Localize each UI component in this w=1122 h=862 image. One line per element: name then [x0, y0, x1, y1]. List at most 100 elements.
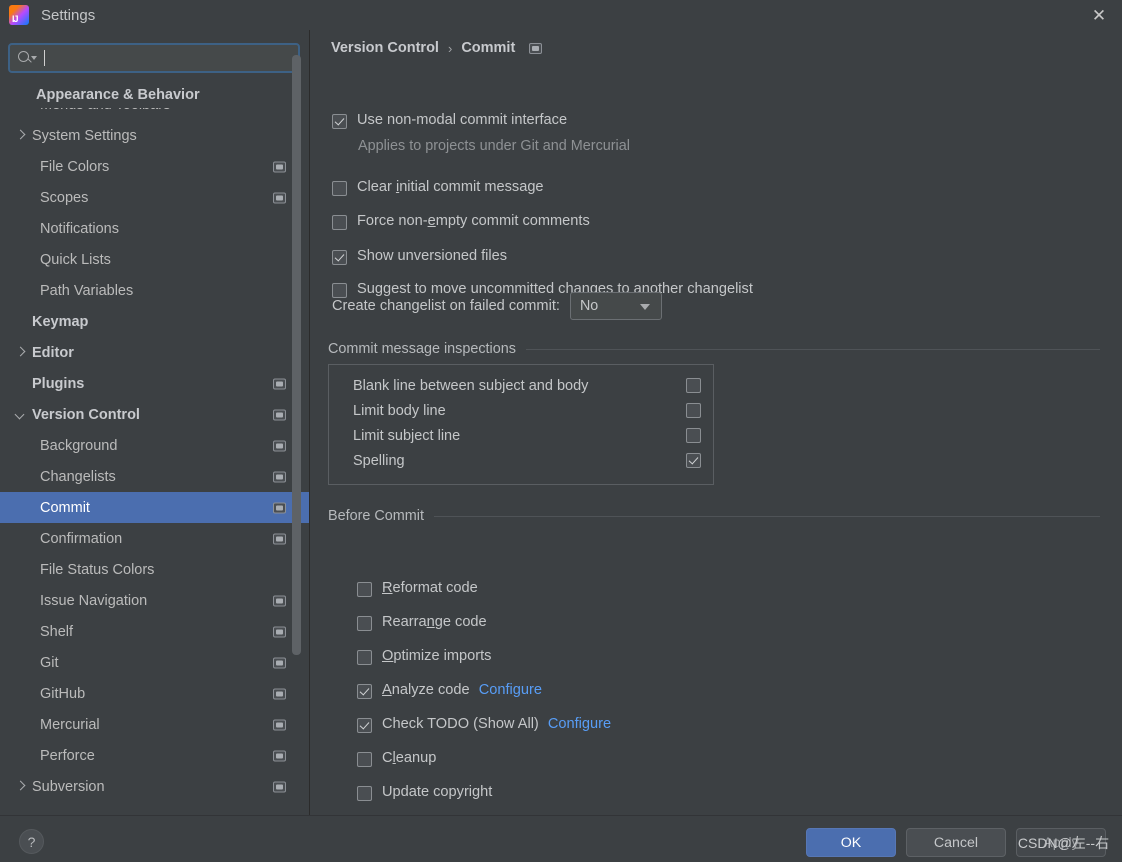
before-commit-label: Check TODO (Show All) Configure	[382, 716, 611, 732]
inspection-checkbox[interactable]	[686, 403, 701, 418]
inspections-section-header: Commit message inspections	[328, 341, 1100, 357]
inspection-row[interactable]: Blank line between subject and body	[329, 373, 713, 398]
chevron-down-icon[interactable]	[14, 408, 27, 421]
sidebar-item-git[interactable]: Git	[0, 647, 309, 678]
inspection-checkbox[interactable]	[686, 453, 701, 468]
sidebar-item-file-colors[interactable]: File Colors	[0, 151, 309, 182]
label-text-rest: nitial commit message	[399, 179, 544, 195]
configure-link[interactable]: Configure	[548, 716, 611, 732]
before-commit-row[interactable]: Cleanup	[357, 750, 436, 767]
sidebar-item-file-status-colors[interactable]: File Status Colors	[0, 554, 309, 585]
sidebar-item-subversion[interactable]: Subversion	[0, 771, 309, 802]
checkbox[interactable]	[357, 616, 372, 631]
create-changelist-select[interactable]: No	[569, 292, 662, 320]
checkbox[interactable]	[357, 752, 372, 767]
sidebar-item-plugins[interactable]: Plugins	[0, 368, 309, 399]
sidebar-item-system-settings[interactable]: System Settings	[0, 120, 309, 151]
sidebar-item-label: GitHub	[40, 685, 86, 702]
sidebar-item-editor[interactable]: Editor	[0, 337, 309, 368]
checkbox[interactable]	[357, 684, 372, 699]
before-commit-row[interactable]: Check TODO (Show All) Configure	[357, 716, 611, 733]
cancel-button[interactable]: Cancel	[906, 828, 1006, 857]
before-commit-section-header: Before Commit	[328, 508, 1100, 524]
chevron-right-icon[interactable]	[14, 346, 27, 359]
inspections-section-title: Commit message inspections	[328, 341, 516, 357]
sidebar-item-mercurial[interactable]: Mercurial	[0, 709, 309, 740]
project-scope-icon[interactable]	[273, 409, 286, 420]
project-scope-icon[interactable]	[273, 378, 286, 389]
search-field[interactable]	[8, 43, 300, 73]
intellij-idea-logo-icon	[9, 5, 29, 25]
label-text-rest: ge code	[434, 614, 487, 630]
inspection-row[interactable]: Spelling	[329, 448, 713, 473]
project-scope-icon[interactable]	[273, 626, 286, 637]
help-icon[interactable]: ?	[19, 829, 44, 854]
sidebar-item-issue-navigation[interactable]: Issue Navigation	[0, 585, 309, 616]
project-scope-icon[interactable]	[273, 781, 286, 792]
option-checkbox-row[interactable]: Force non-empty commit comments	[332, 213, 590, 230]
sidebar-item-label: Keymap	[32, 313, 89, 330]
sidebar-item-quick-lists[interactable]: Quick Lists	[0, 244, 309, 275]
sidebar-item-shelf[interactable]: Shelf	[0, 616, 309, 647]
sidebar-item-scopes[interactable]: Scopes	[0, 182, 309, 213]
checkbox[interactable]	[332, 250, 347, 265]
mnemonic-char: n	[426, 614, 435, 630]
sidebar-item-background[interactable]: Background	[0, 430, 309, 461]
inspection-checkbox[interactable]	[686, 428, 701, 443]
project-scope-icon[interactable]	[273, 533, 286, 544]
checkbox[interactable]	[357, 718, 372, 733]
project-scope-icon[interactable]	[273, 192, 286, 203]
inspection-row[interactable]: Limit subject line	[329, 423, 713, 448]
option-checkbox-row[interactable]: Use non-modal commit interface	[332, 112, 567, 129]
option-checkbox-row[interactable]: Clear initial commit message	[332, 179, 544, 196]
breadcrumb-root[interactable]: Version Control	[331, 40, 439, 56]
sidebar-item-perforce[interactable]: Perforce	[0, 740, 309, 771]
checkbox[interactable]	[332, 114, 347, 129]
chevron-right-icon[interactable]	[14, 129, 27, 142]
inspection-row[interactable]: Limit body line	[329, 398, 713, 423]
sidebar-item-confirmation[interactable]: Confirmation	[0, 523, 309, 554]
inspection-label: Limit subject line	[353, 427, 461, 444]
sidebar-item-changelists[interactable]: Changelists	[0, 461, 309, 492]
checkbox[interactable]	[332, 181, 347, 196]
checkbox[interactable]	[332, 215, 347, 230]
before-commit-row[interactable]: Optimize imports	[357, 648, 491, 665]
project-scope-icon[interactable]	[529, 42, 543, 54]
label-text: C	[382, 750, 393, 766]
inspections-list[interactable]: Blank line between subject and body Limit…	[328, 364, 714, 485]
ok-button[interactable]: OK	[806, 828, 896, 857]
label-text: Update copyright	[382, 784, 493, 800]
before-commit-label: Optimize imports	[382, 648, 491, 664]
checkbox[interactable]	[357, 786, 372, 801]
project-scope-icon[interactable]	[273, 502, 286, 513]
before-commit-row[interactable]: Update copyright	[357, 784, 492, 801]
project-scope-icon[interactable]	[273, 161, 286, 172]
before-commit-row[interactable]: Rearrange code	[357, 614, 487, 631]
sidebar-scrollbar[interactable]	[292, 55, 301, 655]
sidebar-item-keymap[interactable]: Keymap	[0, 306, 309, 337]
sidebar-item-commit[interactable]: Commit	[0, 492, 309, 523]
project-scope-icon[interactable]	[273, 440, 286, 451]
checkbox[interactable]	[357, 650, 372, 665]
sidebar-item-notifications[interactable]: Notifications	[0, 213, 309, 244]
project-scope-icon[interactable]	[273, 595, 286, 606]
project-scope-icon[interactable]	[273, 657, 286, 668]
before-commit-row[interactable]: Reformat code	[357, 580, 478, 597]
project-scope-icon[interactable]	[273, 750, 286, 761]
close-icon[interactable]: ✕	[1076, 0, 1122, 30]
option-checkbox-row[interactable]: Show unversioned files	[332, 248, 507, 265]
before-commit-row[interactable]: Analyze code Configure	[357, 682, 542, 699]
inspection-checkbox[interactable]	[686, 378, 701, 393]
sidebar-item-path-variables[interactable]: Path Variables	[0, 275, 309, 306]
checkbox[interactable]	[357, 582, 372, 597]
settings-tree[interactable]: Appearance & BehaviorMenus and ToolbarsS…	[0, 82, 309, 815]
chevron-right-icon[interactable]	[14, 780, 27, 793]
sidebar-item-github[interactable]: GitHub	[0, 678, 309, 709]
project-scope-icon[interactable]	[273, 471, 286, 482]
configure-link[interactable]: Configure	[479, 682, 542, 698]
sidebar-item-label: Editor	[32, 344, 74, 361]
sidebar-item-version-control[interactable]: Version Control	[0, 399, 309, 430]
project-scope-icon[interactable]	[273, 688, 286, 699]
inspection-label: Blank line between subject and body	[353, 377, 589, 394]
project-scope-icon[interactable]	[273, 719, 286, 730]
